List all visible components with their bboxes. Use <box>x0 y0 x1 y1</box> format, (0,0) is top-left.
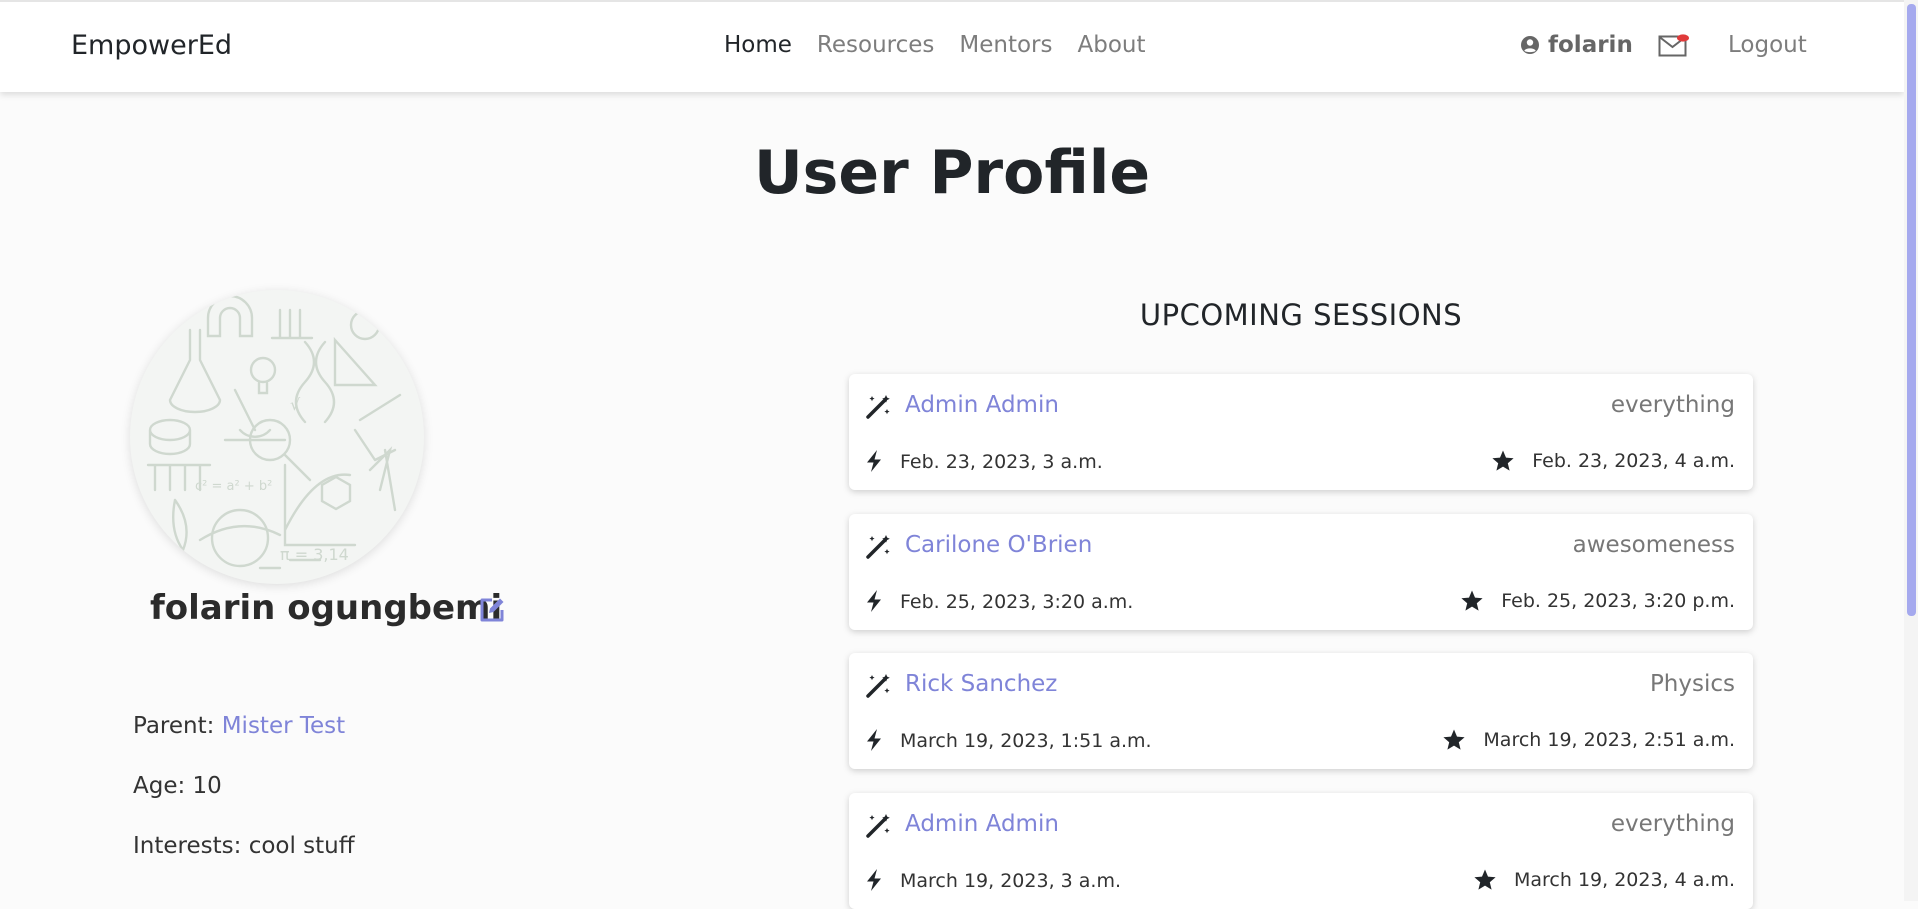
nav-links: Home Resources Mentors About <box>724 32 1146 58</box>
age-info: Age: 10 <box>133 773 222 799</box>
svg-text:√: √ <box>290 395 301 414</box>
avatar: c² = a² + b² π = 3,14 √ <box>130 290 424 584</box>
nav-link-mentors[interactable]: Mentors <box>959 32 1052 58</box>
brand-logo[interactable]: EmpowerEd <box>71 30 232 61</box>
profile-full-name: folarin ogungbemi <box>150 588 503 628</box>
parent-label: Parent: <box>133 713 215 739</box>
session-card[interactable]: Admin Admin everything Feb. 23, 2023, 3 … <box>849 374 1753 490</box>
session-card[interactable]: Carilone O'Brien awesomeness Feb. 25, 20… <box>849 514 1753 630</box>
interests-label: Interests: <box>133 833 242 859</box>
bolt-icon <box>867 869 881 891</box>
nav-link-resources[interactable]: Resources <box>817 32 934 58</box>
scrollbar-thumb[interactable] <box>1907 4 1916 616</box>
nav-link-about[interactable]: About <box>1078 32 1146 58</box>
session-topic: Physics <box>1649 671 1735 697</box>
session-end: Feb. 25, 2023, 3:20 p.m. <box>1460 589 1735 613</box>
user-circle-icon <box>1521 36 1539 54</box>
mentor-link[interactable]: Rick Sanchez <box>905 671 1057 697</box>
page-title: User Profile <box>753 138 1151 208</box>
session-end: Feb. 23, 2023, 4 a.m. <box>1491 449 1735 473</box>
session-start-time: Feb. 23, 2023, 3 a.m. <box>900 451 1103 473</box>
interests-value: cool stuff <box>248 833 355 859</box>
nav-link-home[interactable]: Home <box>724 32 792 58</box>
edit-icon[interactable] <box>478 596 506 624</box>
svg-text:π = 3,14: π = 3,14 <box>280 545 349 564</box>
magic-wand-icon <box>866 814 890 838</box>
mentor-link[interactable]: Admin Admin <box>905 392 1059 418</box>
star-icon <box>1443 729 1466 750</box>
parent-link[interactable]: Mister Test <box>222 713 345 739</box>
envelope-icon[interactable] <box>1658 34 1690 58</box>
age-value: 10 <box>192 773 222 799</box>
session-end: March 19, 2023, 4 a.m. <box>1473 868 1735 892</box>
svg-text:c² = a² + b²: c² = a² + b² <box>195 479 272 494</box>
user-menu[interactable]: folarin <box>1520 32 1633 58</box>
session-start-time: March 19, 2023, 3 a.m. <box>900 870 1122 892</box>
bolt-icon <box>867 590 881 612</box>
session-end-time: Feb. 25, 2023, 3:20 p.m. <box>1501 590 1735 612</box>
session-end-time: March 19, 2023, 4 a.m. <box>1513 869 1735 891</box>
session-end-time: Feb. 23, 2023, 4 a.m. <box>1532 450 1735 472</box>
session-card[interactable]: Rick Sanchez Physics March 19, 2023, 1:5… <box>849 653 1753 769</box>
session-start-time: Feb. 25, 2023, 3:20 a.m. <box>900 591 1134 613</box>
username: folarin <box>1548 32 1633 58</box>
parent-info: Parent: Mister Test <box>133 713 345 739</box>
sessions-heading: UPCOMING SESSIONS <box>1139 298 1463 332</box>
star-icon <box>1474 869 1496 890</box>
mentor-link[interactable]: Carilone O'Brien <box>905 532 1092 558</box>
star-icon <box>1492 450 1514 471</box>
session-topic: awesomeness <box>1572 532 1735 558</box>
session-card[interactable]: Admin Admin everything March 19, 2023, 3… <box>849 793 1753 909</box>
magic-wand-icon <box>866 535 890 559</box>
magic-wand-icon <box>866 674 890 698</box>
science-doodle-image: c² = a² + b² π = 3,14 √ <box>146 294 402 570</box>
session-end-time: March 19, 2023, 2:51 a.m. <box>1483 729 1735 751</box>
logout-link[interactable]: Logout <box>1728 32 1807 58</box>
bolt-icon <box>867 450 881 472</box>
age-label: Age: <box>133 773 186 799</box>
magic-wand-icon <box>866 395 890 419</box>
scrollbar[interactable] <box>1904 0 1918 901</box>
session-end: March 19, 2023, 2:51 a.m. <box>1442 728 1735 752</box>
session-topic: everything <box>1610 392 1735 418</box>
notification-dot <box>1677 34 1689 42</box>
session-topic: everything <box>1610 811 1735 837</box>
navbar: EmpowerEd Home Resources Mentors About f… <box>0 0 1904 92</box>
mentor-link[interactable]: Admin Admin <box>905 811 1059 837</box>
interests-info: Interests: cool stuff <box>133 833 355 859</box>
session-start-time: March 19, 2023, 1:51 a.m. <box>900 730 1152 752</box>
bolt-icon <box>867 729 881 751</box>
star-icon <box>1461 590 1483 611</box>
